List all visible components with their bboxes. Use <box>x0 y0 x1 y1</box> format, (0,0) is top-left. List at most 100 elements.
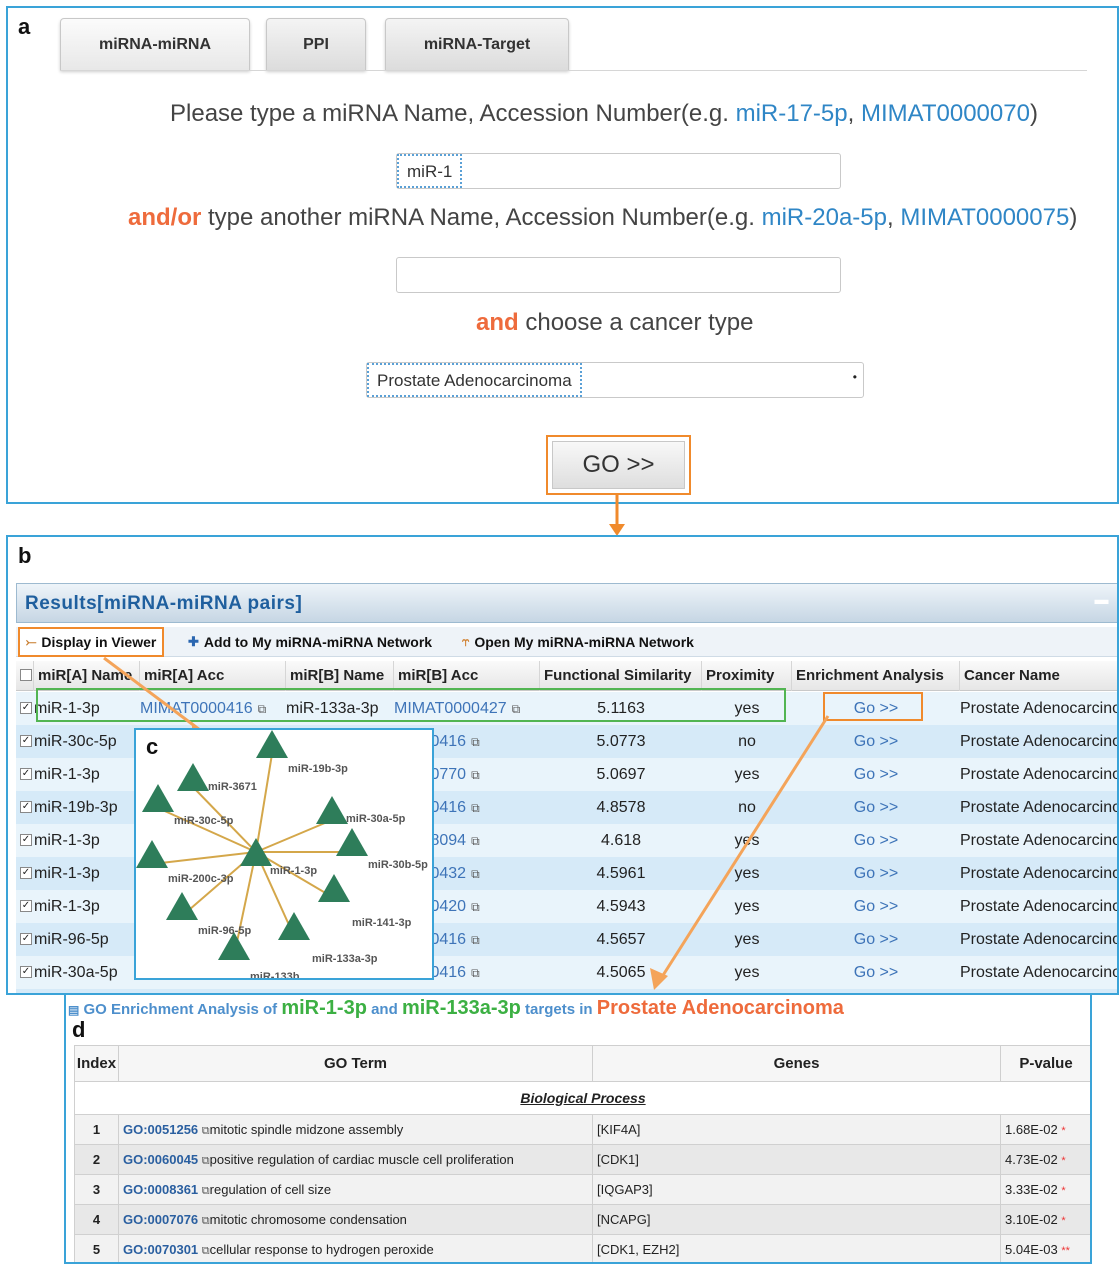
external-link-icon[interactable]: ⧉ <box>471 735 480 749</box>
go-term-cell: GO:0008361 ⧉regulation of cell size <box>118 1174 593 1205</box>
row-checkbox[interactable]: ✓ <box>20 867 32 879</box>
external-link-icon[interactable]: ⧉ <box>471 900 480 914</box>
table-cell: Prostate Adenocarcinoma <box>960 824 1117 857</box>
row-checkbox[interactable]: ✓ <box>20 801 32 813</box>
external-link-icon[interactable]: ⧉ <box>471 966 480 980</box>
go-id-link[interactable]: GO:0051256 <box>123 1122 198 1137</box>
network-node-label: miR-141-3p <box>352 917 412 929</box>
cell-text: Prostate Adenocarcinoma <box>960 898 1117 915</box>
network-node-label: miR-30c-5p <box>174 815 234 827</box>
row-checkbox[interactable]: ✓ <box>20 933 32 945</box>
external-link-icon[interactable]: ⧉ <box>202 1215 210 1227</box>
table-cell: yes <box>702 923 792 956</box>
enrichment-go-link[interactable]: Go >> <box>792 890 960 923</box>
network-node[interactable] <box>256 730 288 758</box>
row-checkbox[interactable]: ✓ <box>20 834 32 846</box>
significance-stars: * <box>1061 1125 1066 1137</box>
go-term-cell: GO:0051256 ⧉mitotic spindle midzone asse… <box>118 1114 593 1145</box>
mirna-b-input[interactable] <box>396 257 841 293</box>
column-header[interactable]: Functional Similarity <box>540 661 702 691</box>
enrichment-go-link[interactable]: Go >> <box>792 923 960 956</box>
external-link-icon[interactable]: ⧉ <box>202 1245 210 1257</box>
go-button[interactable]: GO >> <box>552 441 685 489</box>
network-node[interactable] <box>316 796 348 824</box>
table-cell: yes <box>702 824 792 857</box>
cell-text: no <box>738 733 756 750</box>
enrichment-go-link[interactable]: Go >> <box>792 956 960 989</box>
enrichment-go-link[interactable]: Go >> <box>792 758 960 791</box>
table-icon: ▤ <box>68 1003 80 1017</box>
table-cell: miR-1-3p <box>34 890 132 923</box>
column-header: P-value <box>1000 1045 1090 1082</box>
column-header[interactable]: miR[A] Acc <box>140 661 286 691</box>
cell-text: Prostate Adenocarcinoma <box>960 865 1117 882</box>
table-cell: miR-96-5p <box>34 923 132 956</box>
column-header[interactable]: miR[B] Acc <box>394 661 540 691</box>
external-link-icon[interactable]: ⧉ <box>471 801 480 815</box>
section-heading: Biological Process <box>74 1081 1090 1115</box>
tab-mirna-target[interactable]: miRNA-Target <box>385 18 569 70</box>
cancer-type-select[interactable]: Prostate Adenocarcinoma • <box>366 362 864 398</box>
external-link-icon[interactable]: ⧉ <box>471 933 480 947</box>
panel-label-c: c <box>146 734 159 759</box>
network-node[interactable] <box>177 763 209 791</box>
example-link[interactable]: MIMAT0000070 <box>861 100 1030 127</box>
row-checkbox[interactable]: ✓ <box>20 735 32 747</box>
example-link[interactable]: MIMAT0000075 <box>900 204 1069 231</box>
network-node-label: miR-30a-5p <box>346 813 406 825</box>
external-link-icon[interactable]: ⧉ <box>202 1185 210 1197</box>
external-link-icon[interactable]: ⧉ <box>202 1155 210 1167</box>
go-enrichment-table: Index GO Term Genes P-value Biological P… <box>74 1045 1090 1262</box>
column-header[interactable]: Enrichment Analysis <box>792 661 960 691</box>
cell-text: 4.5943 <box>596 898 646 915</box>
collapse-icon[interactable]: ▬ <box>1095 591 1110 607</box>
mirna-network-graph[interactable]: miR-3671 miR-19b-3p miR-30c-5p miR-30a-5p mi… <box>136 730 432 978</box>
pvalue-cell: 3.33E-02 * <box>1000 1174 1090 1205</box>
go-id-link[interactable]: GO:0007076 <box>123 1212 198 1227</box>
tab-mirna-mirna[interactable]: miRNA-miRNA <box>60 18 250 70</box>
external-link-icon[interactable]: ⧉ <box>202 1125 210 1137</box>
external-link-icon[interactable]: ⧉ <box>471 768 480 782</box>
row-checkbox[interactable]: ✓ <box>20 900 32 912</box>
enrichment-go-link[interactable]: Go >> <box>792 824 960 857</box>
example-link[interactable]: miR-20a-5p <box>762 204 887 231</box>
network-node[interactable] <box>278 912 310 940</box>
external-link-icon[interactable]: ⧉ <box>471 834 480 848</box>
network-node[interactable] <box>336 828 368 856</box>
tab-ppi[interactable]: PPI <box>266 18 366 70</box>
column-header[interactable]: miR[B] Name <box>286 661 394 691</box>
enrichment-go-link[interactable]: Go >> <box>792 857 960 890</box>
network-node[interactable] <box>136 840 168 868</box>
panel-label-d: d <box>72 1017 86 1042</box>
column-header[interactable]: Proximity <box>702 661 792 691</box>
network-node[interactable] <box>142 784 174 812</box>
open-network-button[interactable]: ⥾ Open My miRNA-miRNA Network <box>462 629 694 655</box>
column-header[interactable]: Cancer Name <box>960 661 1117 691</box>
add-to-network-button[interactable]: ✚ Add to My miRNA-miRNA Network <box>188 629 432 655</box>
panel-label-a: a <box>18 14 31 39</box>
go-id-link[interactable]: GO:0070301 <box>123 1242 198 1257</box>
go-term-text: regulation of cell size <box>209 1181 332 1197</box>
column-header[interactable]: miR[A] Name <box>34 661 140 691</box>
table-cell: Prostate Adenocarcinoma <box>960 923 1117 956</box>
row-checkbox[interactable]: ✓ <box>20 702 32 714</box>
table-row: 5 GO:0070301 ⧉cellular response to hydrog… <box>74 1234 1090 1262</box>
table-cell: yes <box>702 857 792 890</box>
network-edge <box>151 851 257 865</box>
cell-text: Go >> <box>853 898 899 915</box>
network-node[interactable] <box>318 874 350 902</box>
mirna-a-input[interactable]: miR-1 <box>396 153 841 189</box>
external-link-icon[interactable]: ⧉ <box>471 867 480 881</box>
display-in-viewer-button[interactable]: ⤚ Display in Viewer <box>18 627 165 657</box>
enrichment-go-link[interactable]: Go >> <box>792 725 960 758</box>
row-checkbox[interactable]: ✓ <box>20 768 32 780</box>
cell-text: yes <box>734 964 760 981</box>
row-index: 4 <box>74 1204 119 1235</box>
example-link[interactable]: miR-17-5p <box>736 100 848 127</box>
select-all-checkbox[interactable] <box>16 661 34 691</box>
enrichment-go-link[interactable]: Go >> <box>792 791 960 824</box>
network-icon: ⥾ <box>462 634 470 649</box>
go-id-link[interactable]: GO:0060045 <box>123 1152 198 1167</box>
row-checkbox[interactable]: ✓ <box>20 966 32 978</box>
go-id-link[interactable]: GO:0008361 <box>123 1182 198 1197</box>
